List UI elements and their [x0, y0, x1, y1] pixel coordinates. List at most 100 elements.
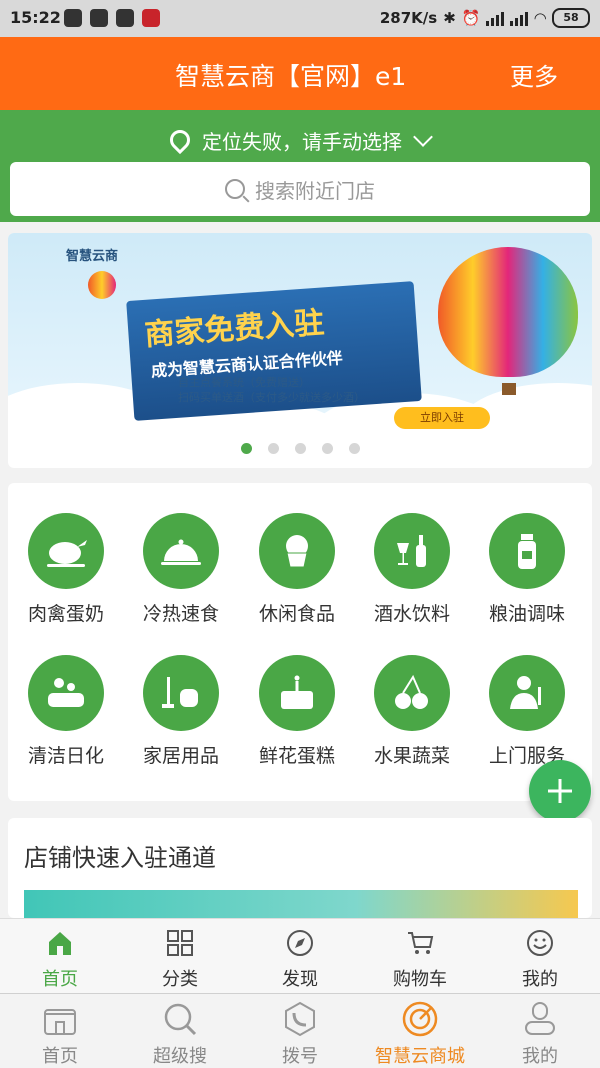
home-icon [49, 932, 71, 955]
target-icon [402, 1001, 438, 1037]
cake-icon [259, 655, 335, 731]
category-label: 冷热速食 [142, 603, 219, 625]
tab-smart-mall[interactable]: 智慧云商城 [360, 994, 480, 1068]
carousel-dots [8, 443, 592, 454]
oil-bottle-icon [489, 513, 565, 589]
page-title: 智慧云商【官网】e1 [175, 62, 407, 91]
alarm-clock-icon: ⏰ [461, 9, 481, 27]
tab-label: 我的 [522, 969, 558, 990]
inner-tab-bar: 首页 分类 发现 购物车 我的 [0, 918, 600, 994]
bathtub-icon [28, 655, 104, 731]
search-icon [225, 179, 245, 199]
hot-air-balloon-icon [438, 247, 578, 377]
tab-dial[interactable]: 拨号 [240, 994, 360, 1068]
balloon-basket [502, 383, 516, 395]
category-label: 水果蔬菜 [373, 745, 450, 767]
brand-logo: 智慧云商 [66, 249, 119, 264]
tab-label: 首页 [42, 1046, 78, 1067]
grid-icon [167, 930, 193, 956]
tab-home[interactable]: 首页 [0, 919, 120, 994]
app-notification-icon [142, 9, 160, 27]
category-item[interactable]: 休闲食品 [239, 513, 355, 626]
tab-discover[interactable]: 发现 [240, 919, 360, 994]
repairman-icon [489, 655, 565, 731]
notification-icons [64, 9, 160, 27]
tab-label: 分类 [162, 969, 198, 990]
compass-icon [287, 930, 313, 956]
bluetooth-icon: ✱ [443, 9, 456, 27]
status-time: 15:22 [10, 8, 61, 27]
tab-label: 发现 [282, 969, 318, 990]
banner-details: 自主点餐系统（免费赠送） 扫码买单送酒（支付多少就送多少酒） [178, 375, 365, 405]
category-label: 家居用品 [142, 745, 219, 767]
promo-banner[interactable]: 智慧云商 商家免费入驻 成为智慧云商认证合作伙伴 自主点餐系统（免费赠送） 扫码… [8, 233, 592, 468]
category-label: 肉禽蛋奶 [27, 603, 104, 625]
store-banner-image[interactable] [24, 890, 578, 918]
location-search-bar: 定位失败，请手动选择 搜索附近门店 [0, 110, 600, 222]
carousel-dot[interactable] [348, 443, 360, 454]
alarm-icon [116, 9, 134, 27]
carousel-dot[interactable] [267, 443, 279, 454]
category-label: 粮油调味 [488, 603, 565, 625]
user-icon [525, 1002, 555, 1035]
tab-label: 我的 [522, 1046, 558, 1067]
outer-tab-bar: 首页 超级搜 拨号 智慧云商城 我的 [0, 993, 600, 1068]
category-item[interactable]: 肉禽蛋奶 [8, 513, 124, 626]
join-now-button[interactable]: 立即入驻 [394, 407, 490, 429]
tab-outer-mine[interactable]: 我的 [480, 994, 600, 1068]
tab-label: 超级搜 [153, 1046, 207, 1067]
carousel-dot[interactable] [321, 443, 333, 454]
add-floating-button[interactable] [529, 760, 591, 822]
signal-icon [510, 10, 529, 26]
carousel-dot[interactable] [240, 443, 252, 454]
app-header: 智慧云商【官网】e1 更多 [0, 37, 600, 110]
smiley-icon [527, 930, 553, 956]
category-label: 鲜花蛋糕 [258, 745, 335, 767]
wine-bottle-icon [374, 513, 450, 589]
chevron-down-icon [413, 127, 433, 147]
category-item[interactable]: 上门服务 [469, 655, 585, 768]
tab-label: 购物车 [393, 969, 447, 990]
banner-line-2: 扫码买单送酒（支付多少就送多少酒） [178, 391, 365, 404]
carousel-dot[interactable] [294, 443, 306, 454]
category-item[interactable]: 鲜花蛋糕 [239, 655, 355, 768]
tab-mine[interactable]: 我的 [480, 919, 600, 994]
banner-line-1: 自主点餐系统（免费赠送） [178, 376, 310, 389]
category-item[interactable]: 冷热速食 [123, 513, 239, 626]
location-selector[interactable]: 定位失败，请手动选择 [0, 120, 600, 160]
wifi-icon: ◠ [534, 9, 546, 27]
cupcake-icon [259, 513, 335, 589]
vacuum-icon [143, 655, 219, 731]
status-right: 287K/s ✱ ⏰ ◠ 58 [380, 8, 590, 28]
battery-icon: 58 [552, 8, 590, 28]
more-button[interactable]: 更多 [510, 57, 558, 92]
search-input[interactable]: 搜索附近门店 [10, 162, 590, 216]
tab-super-search[interactable]: 超级搜 [120, 994, 240, 1068]
tab-category[interactable]: 分类 [120, 919, 240, 994]
category-item[interactable]: 家居用品 [123, 655, 239, 768]
location-pin-icon [165, 125, 195, 155]
category-item[interactable]: 粮油调味 [469, 513, 585, 626]
category-item[interactable]: 水果蔬菜 [354, 655, 470, 768]
tab-label: 首页 [42, 969, 78, 990]
category-item[interactable]: 清洁日化 [8, 655, 124, 768]
shield-icon [64, 9, 82, 27]
search-placeholder: 搜索附近门店 [255, 178, 375, 203]
alarm-icon [90, 9, 108, 27]
tab-outer-home[interactable]: 首页 [0, 994, 120, 1068]
status-bar: 15:22 287K/s ✱ ⏰ ◠ 58 [0, 0, 600, 37]
category-label: 清洁日化 [27, 745, 104, 767]
tab-cart[interactable]: 购物车 [360, 919, 480, 994]
banner-headline: 商家免费入驻 [143, 305, 326, 353]
poultry-icon [28, 513, 104, 589]
category-label: 酒水饮料 [373, 603, 450, 625]
category-grid: 肉禽蛋奶 冷热速食 休闲食品 酒水饮料 粮油调味 清洁日化 家居用品 鲜花蛋糕 … [8, 483, 592, 801]
storefront-icon [44, 1009, 76, 1035]
category-item[interactable]: 酒水饮料 [354, 513, 470, 626]
tab-label: 拨号 [282, 1046, 318, 1067]
category-label: 休闲食品 [258, 603, 335, 625]
cherry-icon [374, 655, 450, 731]
location-text: 定位失败，请手动选择 [202, 129, 402, 154]
banner-image: 智慧云商 商家免费入驻 成为智慧云商认证合作伙伴 自主点餐系统（免费赠送） 扫码… [8, 233, 592, 468]
small-balloon-icon [88, 271, 116, 299]
